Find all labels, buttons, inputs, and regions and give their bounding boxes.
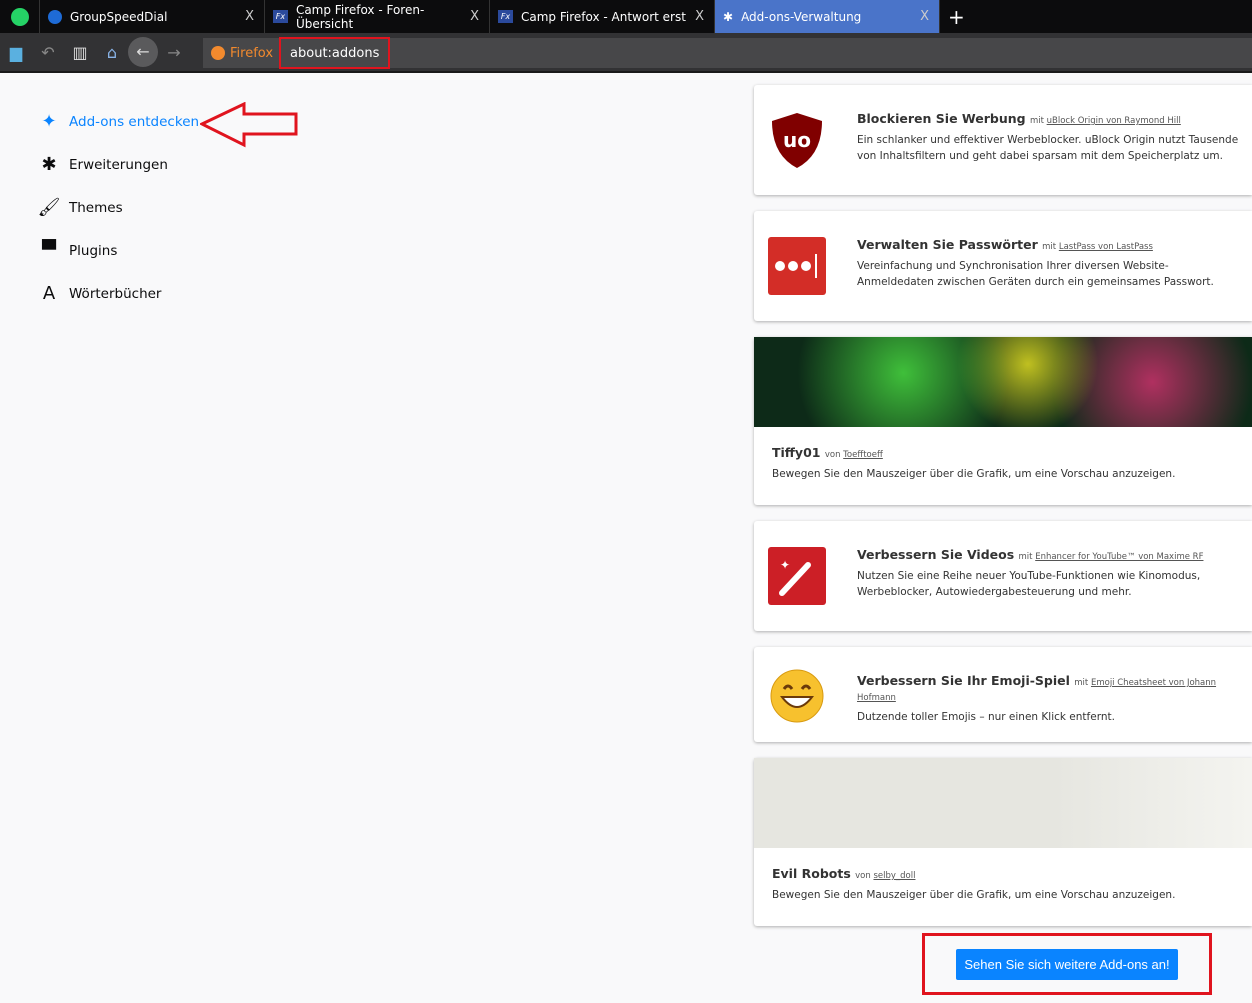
sidebar-item-label: Plugins <box>69 242 118 259</box>
brush-icon: 🖌 <box>37 197 61 218</box>
card-title: Evil Robots von selby_doll <box>772 866 916 881</box>
theme-card-tiffy[interactable]: Tiffy01 von Toefftoeff Bewegen Sie den Ma… <box>754 337 1252 505</box>
new-tab-button[interactable]: + <box>940 0 973 33</box>
back-icon[interactable]: ← <box>128 37 158 67</box>
tab-groupspeeddial[interactable]: GroupSpeedDial X <box>40 0 265 33</box>
card-title: Tiffy01 von Toefftoeff <box>772 445 883 460</box>
url-input[interactable]: about:addons <box>279 37 391 69</box>
url-bar[interactable]: Firefox about:addons <box>203 37 1252 69</box>
sidebar-item-dictionaries[interactable]: A Wörterbücher <box>36 272 199 315</box>
whatsapp-icon <box>10 7 29 26</box>
close-tab-icon[interactable]: X <box>920 9 929 24</box>
addon-card-enhancer[interactable]: ✦ Verbessern Sie Videos mit Enhancer for… <box>754 521 1252 631</box>
theme-preview[interactable] <box>754 758 1252 848</box>
card-description: Ein schlanker und effektiver Werbeblocke… <box>857 134 1239 162</box>
puzzle-icon: ✱ <box>723 9 734 24</box>
sidebar-item-extensions[interactable]: ✱ Erweiterungen <box>36 143 199 186</box>
theme-card-evil-robots[interactable]: Evil Robots von selby_doll Bewegen Sie de… <box>754 758 1252 926</box>
author-link[interactable]: Toefftoeff <box>843 450 883 460</box>
card-description: Nutzen Sie eine Reihe neuer YouTube-Funk… <box>857 570 1201 598</box>
identity-label: Firefox <box>230 45 274 61</box>
tab-addons[interactable]: ✱ Add-ons-Verwaltung X <box>715 0 940 33</box>
annotation-arrow <box>200 102 298 148</box>
firefox-icon <box>211 46 225 60</box>
more-addons-highlight: Sehen Sie sich weitere Add-ons an! <box>922 933 1212 995</box>
campfirefox-icon: Fx <box>498 10 513 23</box>
card-description: Vereinfachung und Synchronisation Ihrer … <box>857 260 1214 288</box>
sidebar-item-label: Themes <box>69 199 123 216</box>
tab-bar: GroupSpeedDial X Fx Camp Firefox - Foren-Ü… <box>0 0 1252 33</box>
identity-box[interactable]: Firefox <box>203 46 273 61</box>
magic-wand-icon: ✦ <box>768 547 826 605</box>
tab-label: Camp Firefox - Antwort erstelle <box>521 9 686 24</box>
dictionary-icon: A <box>42 283 56 304</box>
sidebar-icon[interactable]: ▥ <box>64 43 96 62</box>
tab-label: Add-ons-Verwaltung <box>741 9 862 24</box>
forward-icon[interactable]: → <box>158 43 190 62</box>
card-title: Verbessern Sie Ihr Emoji-Spiel mit Emoji… <box>857 673 1217 703</box>
svg-text:uo: uo <box>783 128 811 152</box>
close-tab-icon[interactable]: X <box>470 9 479 24</box>
puzzle-icon: ✱ <box>41 154 57 175</box>
emoji-icon <box>770 669 824 723</box>
card-title: Verbessern Sie Videos mit Enhancer for Y… <box>857 547 1204 562</box>
sidebar-item-plugins[interactable]: ▀ Plugins <box>36 229 199 272</box>
discover-list: uo Blockieren Sie Werbung mit uBlock Ori… <box>754 85 1252 942</box>
addon-card-ublock[interactable]: uo Blockieren Sie Werbung mit uBlock Ori… <box>754 85 1252 195</box>
card-description: Bewegen Sie den Mauszeiger über die Graf… <box>772 468 1176 480</box>
close-tab-icon[interactable]: X <box>245 9 254 24</box>
tab-label: GroupSpeedDial <box>70 9 168 24</box>
sidebar-item-themes[interactable]: 🖌 Themes <box>36 186 199 229</box>
nav-bar: ▆ ↶ ▥ ⌂ ← → Firefox about:addons <box>0 33 1252 73</box>
sparkle-icon: ✦ <box>41 111 57 132</box>
author-link[interactable]: selby_doll <box>873 871 915 881</box>
sidebar-item-label: Wörterbücher <box>69 285 162 302</box>
more-addons-button[interactable]: Sehen Sie sich weitere Add-ons an! <box>956 948 1178 980</box>
pinned-tab-whatsapp[interactable] <box>0 0 40 33</box>
category-sidebar: ✦ Add-ons entdecken ✱ Erweiterungen 🖌 Theme… <box>36 100 200 315</box>
tab-camp-forum[interactable]: Fx Camp Firefox - Foren-Übersicht X <box>265 0 490 33</box>
ublock-icon: uo <box>772 113 822 168</box>
sidebar-item-label: Erweiterungen <box>69 156 168 173</box>
theme-preview[interactable] <box>754 337 1252 427</box>
speeddial-icon <box>48 9 62 24</box>
save-icon[interactable]: ▆ <box>0 43 32 62</box>
addon-card-emoji[interactable]: Verbessern Sie Ihr Emoji-Spiel mit Emoji… <box>754 647 1252 742</box>
card-description: Bewegen Sie den Mauszeiger über die Graf… <box>772 889 1176 901</box>
close-tab-icon[interactable]: X <box>695 9 704 24</box>
card-title: Blockieren Sie Werbung mit uBlock Origin… <box>857 111 1181 126</box>
card-description: Dutzende toller Emojis – nur einen Klick… <box>857 711 1115 723</box>
campfirefox-icon: Fx <box>273 10 288 23</box>
author-link[interactable]: LastPass von LastPass <box>1059 242 1153 252</box>
tab-label: Camp Firefox - Foren-Übersicht <box>295 2 425 31</box>
home-icon[interactable]: ⌂ <box>96 43 128 62</box>
sidebar-item-label: Add-ons entdecken <box>69 113 200 130</box>
undo-close-icon[interactable]: ↶ <box>32 43 64 62</box>
lastpass-icon <box>768 237 826 295</box>
plugin-icon: ▀ <box>42 240 56 261</box>
tab-camp-reply[interactable]: Fx Camp Firefox - Antwort erstelle X <box>490 0 715 33</box>
card-title: Verwalten Sie Passwörter mit LastPass vo… <box>857 237 1153 252</box>
author-link[interactable]: Enhancer for YouTube™ von Maxime RF <box>1035 552 1203 562</box>
svg-text:✦: ✦ <box>780 558 790 572</box>
author-link[interactable]: uBlock Origin von Raymond Hill <box>1047 116 1181 126</box>
sidebar-item-discover[interactable]: ✦ Add-ons entdecken <box>36 100 199 143</box>
addon-card-lastpass[interactable]: Verwalten Sie Passwörter mit LastPass vo… <box>754 211 1252 321</box>
